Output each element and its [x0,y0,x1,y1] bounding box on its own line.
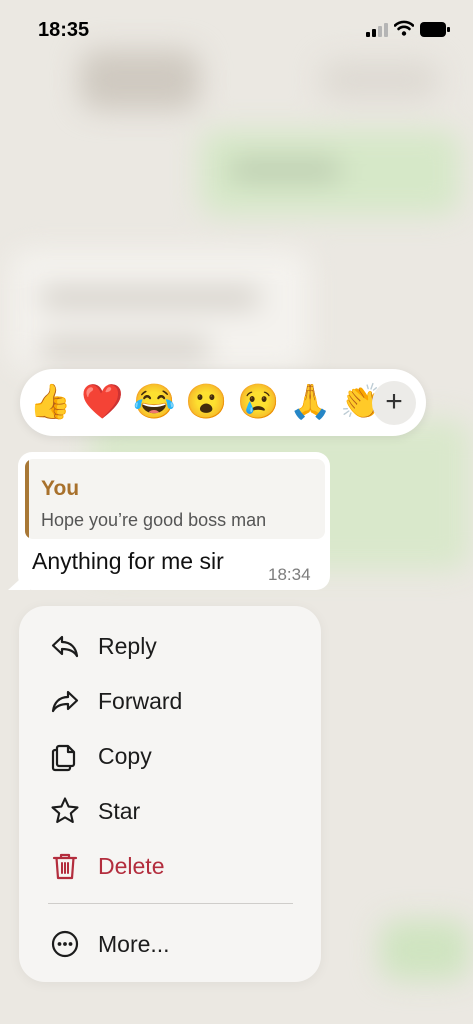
menu-item-more[interactable]: More... [19,920,321,966]
reaction-bar: 👍 ❤️ 😂 😮 😢 🙏 👏 + [20,369,426,436]
cellular-signal-icon [366,23,388,37]
quoted-message[interactable]: You Hope you’re good boss man [25,459,325,539]
battery-icon [420,22,450,37]
surprised-reaction[interactable]: 😮 [185,382,227,422]
menu-item-delete[interactable]: Delete [19,842,321,888]
menu-item-reply[interactable]: Reply [19,622,321,668]
heart-reaction[interactable]: ❤️ [81,382,123,422]
laughing-reaction[interactable]: 😂 [133,382,175,422]
menu-item-label: Star [98,798,141,824]
menu-divider [48,903,293,904]
menu-item-label: Reply [98,633,157,659]
menu-item-label: Delete [98,853,165,879]
add-reaction-button[interactable]: + [372,381,416,425]
status-bar: 18:35 [0,0,473,60]
quoted-author: You [41,477,80,500]
message-text: Anything for me sir [32,548,224,574]
menu-item-forward[interactable]: Forward [19,677,321,723]
star-icon [51,797,79,824]
status-time: 18:35 [38,19,90,41]
message-context-menu: Reply Forward Copy Star Delete More... [19,606,321,982]
message-timestamp: 18:34 [268,565,311,584]
wifi-icon [394,20,414,36]
forward-icon [51,690,79,713]
quote-accent-bar [25,459,29,539]
reply-icon [51,635,79,658]
menu-item-star[interactable]: Star [19,787,321,833]
menu-item-label: Copy [98,743,152,769]
menu-item-copy[interactable]: Copy [19,732,321,778]
quoted-text: Hope you’re good boss man [41,510,267,530]
message-bubble[interactable]: You Hope you’re good boss man Anything f… [18,452,330,590]
trash-icon [52,853,78,880]
copy-icon [51,744,76,772]
folded-hands-reaction[interactable]: 🙏 [289,382,331,422]
crying-reaction[interactable]: 😢 [237,382,279,422]
thumbs-up-reaction[interactable]: 👍 [29,382,71,422]
more-icon [51,930,79,958]
menu-item-label: Forward [98,688,183,714]
menu-item-label: More... [98,931,170,957]
